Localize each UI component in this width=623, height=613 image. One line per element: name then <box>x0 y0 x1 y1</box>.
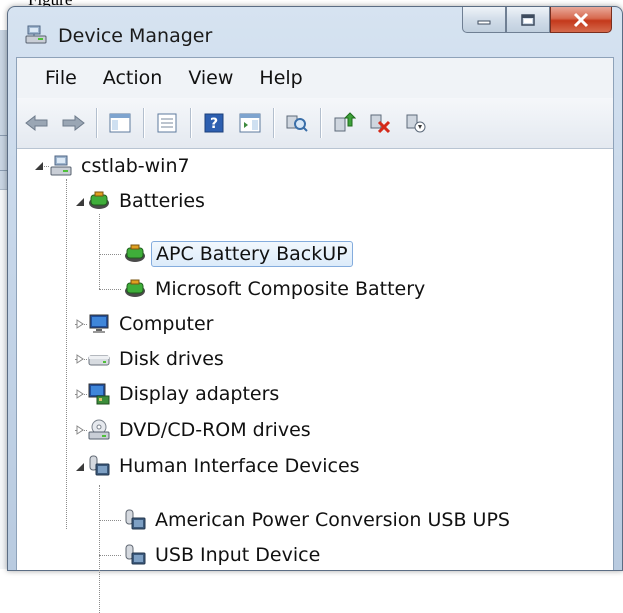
action-pane-icon <box>239 113 261 133</box>
update-driver-button[interactable] <box>326 106 362 140</box>
title-bar[interactable]: Device Manager <box>8 7 622 57</box>
back-button[interactable] <box>19 106 55 140</box>
tree-label: Display adapters <box>119 383 280 405</box>
tree-category-display-adapters[interactable]: Display adapters <box>87 377 283 411</box>
computer-root-icon <box>50 155 72 176</box>
tree-connector <box>99 485 100 613</box>
tree-category-batteries[interactable]: Batteries <box>87 184 209 218</box>
collapse-arrow-icon[interactable] <box>75 197 85 207</box>
tree-connector <box>99 254 121 255</box>
expand-arrow-icon[interactable] <box>75 354 85 364</box>
svg-text:?: ? <box>210 116 218 132</box>
tree-label: Disk drives <box>119 348 224 370</box>
back-arrow-icon <box>25 114 48 132</box>
battery-icon <box>125 279 145 297</box>
properties-icon <box>157 113 177 133</box>
toolbar-separator <box>96 108 97 138</box>
action-pane-button[interactable] <box>232 106 268 140</box>
tree-connector <box>99 555 121 556</box>
client-area: File Action View Help ? cstlab-win7 Batt… <box>16 57 614 613</box>
battery-icon <box>89 191 109 209</box>
toolbar-separator <box>190 108 191 138</box>
tree-root[interactable]: cstlab-win7 <box>49 149 194 183</box>
close-icon <box>573 12 589 27</box>
tree-root-label: cstlab-win7 <box>81 155 190 177</box>
help-icon: ? <box>204 113 224 133</box>
menu-file[interactable]: File <box>17 67 90 89</box>
uninstall-icon <box>370 114 391 134</box>
device-manager-icon <box>25 25 47 44</box>
tree-connector <box>99 214 100 289</box>
caption-buttons <box>462 7 612 33</box>
hid-icon <box>125 509 146 530</box>
maximize-button[interactable] <box>506 7 550 33</box>
properties-button[interactable] <box>149 106 185 140</box>
collapse-arrow-icon[interactable] <box>75 462 85 472</box>
tree-label: Human Interface Devices <box>119 455 360 477</box>
menu-bar: File Action View Help <box>17 58 613 98</box>
tree-label: Microsoft Composite Battery <box>155 278 426 300</box>
tree-label: Batteries <box>119 190 205 212</box>
display-adapter-icon <box>88 383 110 405</box>
computer-icon <box>89 314 109 333</box>
disable-button[interactable] <box>398 106 434 140</box>
uninstall-button[interactable] <box>362 106 398 140</box>
tree-label: American Power Conversion USB UPS <box>155 509 510 531</box>
tree-label: DVD/CD-ROM drives <box>119 419 311 441</box>
expand-arrow-icon[interactable] <box>75 319 85 329</box>
hid-icon <box>89 455 110 476</box>
menu-help[interactable]: Help <box>246 67 315 89</box>
expand-arrow-icon[interactable] <box>75 389 85 399</box>
maximize-icon <box>521 13 535 26</box>
hid-icon <box>125 544 146 565</box>
tree-category-computer[interactable]: Computer <box>87 307 217 341</box>
tree-label: USB Input Device <box>155 544 321 566</box>
tree-device-composite-battery[interactable]: Microsoft Composite Battery <box>123 272 429 306</box>
help-button[interactable]: ? <box>196 106 232 140</box>
tree-category-human-interface-devices[interactable]: Human Interface Devices <box>87 449 364 483</box>
device-manager-window: Device Manager File Action View Help ? c… <box>7 6 623 613</box>
tree-label: Computer <box>119 313 214 335</box>
menu-action[interactable]: Action <box>90 67 176 89</box>
tree-device-usb-input-device[interactable]: USB Input Device <box>123 538 324 572</box>
toolbar-separator <box>273 108 274 138</box>
close-button[interactable] <box>550 7 612 33</box>
forward-button[interactable] <box>55 106 91 140</box>
tree-category-dvd-cd-rom-drives[interactable]: DVD/CD-ROM drives <box>87 413 315 447</box>
update-driver-icon <box>334 112 356 132</box>
forward-arrow-icon <box>62 114 85 132</box>
console-tree-icon <box>109 113 131 133</box>
tree-connector <box>99 520 121 521</box>
toolbar-separator <box>320 108 321 138</box>
minimize-button[interactable] <box>462 7 506 33</box>
disk-drive-icon <box>88 355 110 366</box>
dvd-drive-icon <box>88 419 110 440</box>
show-hide-console-tree-button[interactable] <box>102 106 138 140</box>
tree-device-apc-usb-ups[interactable]: American Power Conversion USB UPS <box>123 503 514 537</box>
device-tree[interactable]: cstlab-win7 Batteries APC Battery BackUP… <box>17 149 613 613</box>
battery-icon <box>125 244 145 262</box>
tree-category-disk-drives[interactable]: Disk drives <box>87 342 228 376</box>
minimize-icon <box>477 20 491 24</box>
toolbar-separator <box>143 108 144 138</box>
menu-view[interactable]: View <box>175 67 246 89</box>
collapse-arrow-icon[interactable] <box>34 161 44 171</box>
disable-device-icon <box>406 114 426 133</box>
tree-connector <box>99 289 121 290</box>
scan-hardware-button[interactable] <box>279 106 315 140</box>
expand-arrow-icon[interactable] <box>75 425 85 435</box>
toolbar: ? <box>17 98 613 149</box>
tree-connector <box>66 179 67 529</box>
tree-device-apc-battery[interactable]: APC Battery BackUP <box>123 237 353 271</box>
tree-label: APC Battery BackUP <box>151 241 353 267</box>
scan-hardware-icon <box>286 115 308 132</box>
window-title: Device Manager <box>58 25 213 47</box>
